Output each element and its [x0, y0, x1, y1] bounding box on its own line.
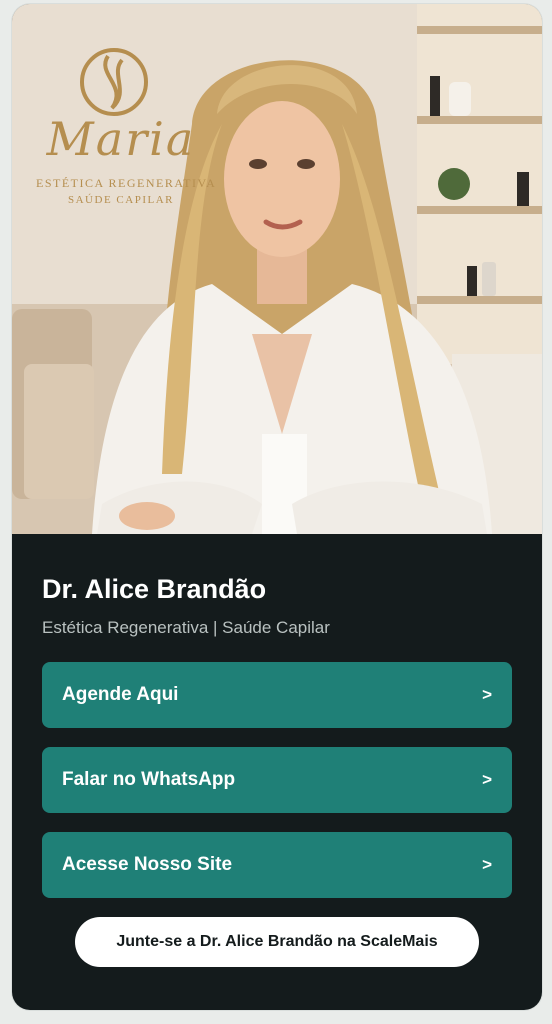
- link-label: Falar no WhatsApp: [62, 769, 236, 790]
- link-label: Acesse Nosso Site: [62, 854, 233, 875]
- link-list: Agende Aqui > Falar no WhatsApp > Acesse…: [42, 662, 512, 898]
- link-button-site[interactable]: Acesse Nosso Site >: [42, 832, 512, 898]
- logo-subtitle-line2: SAÚDE CAPILAR: [68, 194, 174, 206]
- join-scalemais-button[interactable]: Junte-se a Dr. Alice Brandão na ScaleMai…: [75, 917, 479, 967]
- link-button-whatsapp[interactable]: Falar no WhatsApp >: [42, 747, 512, 813]
- profile-name: Dr. Alice Brandão: [42, 574, 267, 604]
- link-button-agende[interactable]: Agende Aqui >: [42, 662, 512, 728]
- logo-subtitle-line1: ESTÉTICA REGENERATIVA: [36, 176, 217, 190]
- chevron-right-icon: >: [482, 685, 492, 704]
- logo-script-text: Maria: [46, 112, 196, 166]
- profile-info: Dr. Alice Brandão Estética Regenerativa …: [12, 534, 542, 967]
- profile-subtitle: Estética Regenerativa | Saúde Capilar: [42, 618, 330, 637]
- profile-photo-illustration: [12, 4, 542, 534]
- chevron-right-icon: >: [482, 855, 492, 874]
- link-label: Agende Aqui: [62, 684, 179, 705]
- profile-card: Maria ESTÉTICA REGENERATIVA SAÚDE CAPILA…: [12, 4, 542, 1010]
- profile-photo: Maria ESTÉTICA REGENERATIVA SAÚDE CAPILA…: [12, 4, 542, 534]
- join-wrapper: Junte-se a Dr. Alice Brandão na ScaleMai…: [42, 917, 512, 967]
- chevron-right-icon: >: [482, 770, 492, 789]
- clinic-logo: Maria ESTÉTICA REGENERATIVA SAÚDE CAPILA…: [36, 112, 217, 206]
